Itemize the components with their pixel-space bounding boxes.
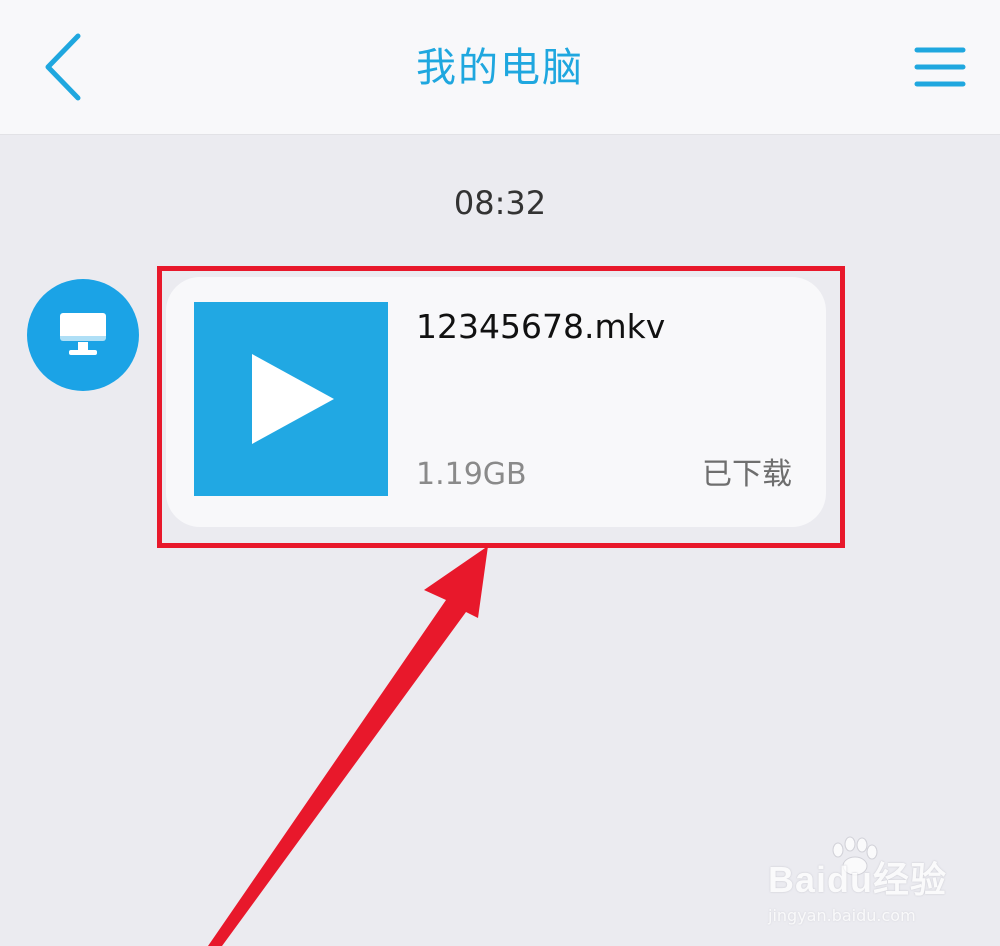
watermark: Baidu经验 jingyan.baidu.com <box>762 836 992 936</box>
watermark-text: Baidu经验 <box>768 859 948 900</box>
watermark-subtext: jingyan.baidu.com <box>768 906 916 925</box>
play-icon <box>252 354 334 444</box>
chevron-left-icon <box>45 33 81 101</box>
menu-button[interactable] <box>905 36 975 100</box>
file-message-card[interactable]: 12345678.mkv 1.19GB 已下载 <box>166 277 826 527</box>
page-title: 我的电脑 <box>416 45 584 91</box>
paw-icon <box>832 836 878 876</box>
video-thumbnail[interactable] <box>194 302 388 496</box>
sender-avatar[interactable] <box>27 279 139 391</box>
monitor-icon <box>60 313 106 355</box>
back-button[interactable] <box>30 22 100 112</box>
top-bar: 我的电脑 <box>0 0 1000 135</box>
file-size: 1.19GB <box>416 457 527 492</box>
download-status: 已下载 <box>702 457 792 492</box>
file-name: 12345678.mkv <box>416 307 666 346</box>
menu-icon <box>914 47 966 87</box>
message-timestamp: 08:32 <box>453 184 547 222</box>
